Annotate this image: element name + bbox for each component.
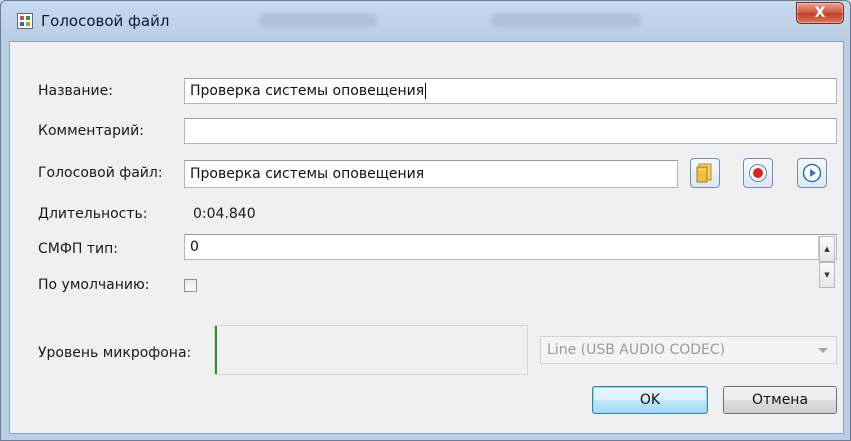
mic-source-select[interactable]: Line (USB AUDIO CODEC) xyxy=(540,336,837,364)
play-button[interactable] xyxy=(797,158,827,188)
duration-label: Длительность: xyxy=(38,206,148,222)
background-blur xyxy=(491,13,641,27)
voice-file-label: Голосовой файл: xyxy=(38,165,163,181)
close-icon: X xyxy=(815,5,826,21)
dialog-body: Название: Проверка системы оповещения Ко… xyxy=(9,41,844,434)
record-button[interactable] xyxy=(743,158,773,188)
open-file-icon xyxy=(696,163,714,183)
smfp-type-label: СМФП тип: xyxy=(38,241,118,257)
ok-button[interactable]: OK xyxy=(592,386,708,414)
voice-file-value: Проверка системы оповещения xyxy=(190,166,424,182)
spin-down-icon[interactable]: ▼ xyxy=(819,262,835,288)
comment-field[interactable] xyxy=(184,118,837,144)
voice-file-field[interactable]: Проверка системы оповещения xyxy=(184,160,678,188)
dialog-window: Голосовой файл X Название: Проверка сист… xyxy=(0,0,851,441)
play-icon xyxy=(802,163,822,183)
mic-level-meter xyxy=(214,325,528,375)
name-label: Название: xyxy=(38,83,113,99)
smfp-type-value: 0 xyxy=(190,239,199,255)
mic-source-value: Line (USB AUDIO CODEC) xyxy=(547,342,725,358)
window-title: Голосовой файл xyxy=(41,12,169,30)
name-field[interactable]: Проверка системы оповещения xyxy=(184,78,837,104)
smfp-type-spinbox[interactable]: 0 ▲ ▼ xyxy=(184,234,837,260)
chevron-down-icon xyxy=(818,348,828,353)
dialog-app-icon xyxy=(17,13,33,29)
close-button[interactable]: X xyxy=(796,2,844,24)
ok-button-label: OK xyxy=(640,392,660,408)
duration-value: 0:04.840 xyxy=(193,206,256,222)
text-caret xyxy=(425,83,426,99)
cancel-button-label: Отмена xyxy=(752,392,808,408)
mic-level-label: Уровень микрофона: xyxy=(38,345,191,361)
spin-up-icon[interactable]: ▲ xyxy=(819,236,835,262)
open-file-button[interactable] xyxy=(690,158,720,188)
record-icon xyxy=(748,163,768,183)
default-label: По умолчанию: xyxy=(38,277,150,293)
background-blur xyxy=(259,13,377,27)
comment-label: Комментарий: xyxy=(38,123,144,139)
mic-level-bar xyxy=(215,326,217,374)
default-checkbox[interactable] xyxy=(184,279,197,292)
cancel-button[interactable]: Отмена xyxy=(723,386,837,414)
spin-buttons: ▲ ▼ xyxy=(818,236,835,258)
name-value: Проверка системы оповещения xyxy=(190,83,424,99)
title-bar[interactable]: Голосовой файл X xyxy=(1,1,850,41)
